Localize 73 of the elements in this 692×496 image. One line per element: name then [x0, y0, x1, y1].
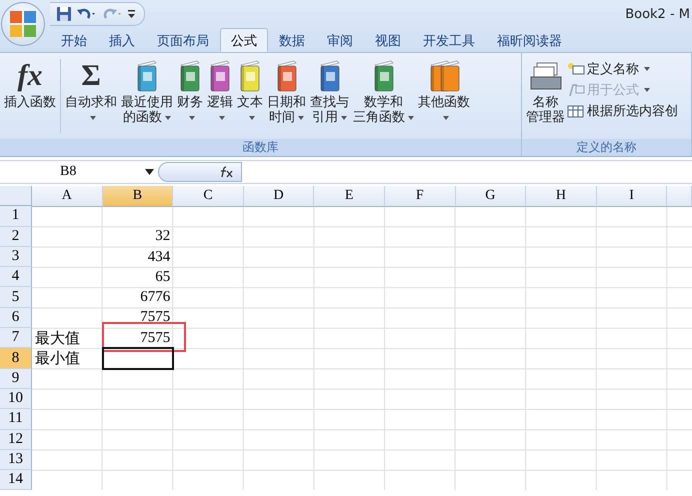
table-cell-text: 7575 — [139, 308, 172, 328]
column-header[interactable]: E — [314, 186, 385, 207]
row-header[interactable]: 10 — [0, 388, 32, 410]
table-cell-text: 65 — [154, 268, 172, 287]
group-label: 定义的名称 — [522, 139, 691, 156]
table-cell-text: 最小值 — [34, 348, 81, 369]
function-icon — [219, 166, 233, 178]
ribbon-button[interactable]: Σ 自动求和 — [63, 57, 119, 125]
formula-icon — [567, 82, 585, 96]
ribbon-button[interactable]: 其他函数 — [416, 57, 472, 125]
function-glyph-icon: Σ — [81, 59, 101, 93]
ribbon-tab[interactable]: 页面布局 — [146, 28, 220, 52]
ribbon-button[interactable]: 查找与 引用 — [308, 57, 351, 125]
row-header[interactable]: 11 — [0, 409, 32, 430]
row-header[interactable]: 2 — [0, 226, 32, 247]
save-icon — [56, 6, 72, 22]
ribbon-tab[interactable]: 开发工具 — [412, 28, 486, 52]
selected-cell — [102, 348, 174, 369]
row-header[interactable]: 8 — [0, 348, 32, 369]
group-label: 函数库 — [0, 139, 521, 156]
row-header[interactable]: 14 — [0, 470, 32, 490]
table-cell-text: 32 — [154, 227, 172, 246]
insert-function-button[interactable] — [158, 162, 242, 182]
customize-button[interactable] — [128, 8, 136, 20]
column-header[interactable]: C — [173, 186, 244, 207]
table-cell-text: 6776 — [139, 288, 172, 308]
name-box[interactable]: B8 — [0, 162, 158, 182]
table-icon — [567, 104, 585, 118]
ribbon-tab[interactable]: 插入 — [98, 28, 146, 52]
row-header[interactable]: 1 — [0, 206, 32, 227]
table-cell-text: 434 — [146, 248, 172, 267]
table-cell-text: 最大值 — [34, 328, 81, 348]
ribbon-button[interactable]: 逻辑 — [205, 57, 235, 125]
column-header[interactable]: G — [456, 186, 526, 207]
ribbon-button[interactable]: 财务 — [175, 57, 205, 125]
name-manager-button[interactable]: 名称 管理器 — [524, 57, 567, 125]
ribbon-small-button[interactable]: 定义名称 — [567, 59, 678, 78]
ribbon-tab[interactable]: 视图 — [364, 28, 412, 52]
ribbon-button[interactable]: fx 插入函数 — [2, 57, 58, 110]
ribbon-button[interactable]: 最近使用 的函数 — [119, 57, 175, 125]
ribbon-small-button[interactable]: 根据所选内容创 — [567, 101, 678, 120]
row-header[interactable]: 6 — [0, 308, 32, 328]
window-title: Book2 - M — [625, 6, 691, 22]
row-header[interactable]: 9 — [0, 368, 32, 389]
row-header[interactable]: 13 — [0, 450, 32, 470]
ribbon-tab[interactable]: 开始 — [50, 28, 98, 52]
function-glyph-icon: fx — [18, 59, 42, 93]
row-header[interactable]: 7 — [0, 328, 32, 348]
row-header[interactable]: 4 — [0, 267, 32, 288]
ribbon-tab[interactable]: 公式 — [220, 28, 268, 52]
ribbon-tab[interactable]: 福昕阅读器 — [486, 28, 573, 52]
save-button[interactable] — [56, 6, 72, 22]
card-file-icon — [528, 61, 562, 91]
column-header[interactable]: B — [102, 186, 174, 207]
ribbon-button[interactable]: 日期和 时间 — [265, 57, 308, 125]
column-header[interactable]: D — [244, 186, 314, 207]
table-cell: 7575 — [102, 328, 174, 348]
ribbon-tab[interactable]: 数据 — [268, 28, 316, 52]
ribbon-button[interactable]: 文本 — [235, 57, 265, 125]
dropdown-arrow-icon — [145, 169, 154, 175]
ribbon-tab[interactable]: 审阅 — [316, 28, 364, 52]
row-header[interactable]: 12 — [0, 430, 32, 450]
column-header[interactable]: I — [596, 186, 668, 207]
customize-icon — [128, 8, 136, 20]
column-header[interactable]: A — [32, 186, 103, 207]
row-header[interactable]: 5 — [0, 287, 32, 308]
ribbon-button[interactable]: 数学和 三角函数 — [351, 57, 416, 125]
column-header[interactable]: F — [384, 186, 456, 207]
tag-icon — [567, 62, 585, 76]
column-header[interactable]: H — [526, 186, 597, 207]
office-button[interactable] — [1, 2, 45, 46]
row-header[interactable]: 3 — [0, 246, 32, 268]
office-logo-icon — [9, 10, 37, 38]
